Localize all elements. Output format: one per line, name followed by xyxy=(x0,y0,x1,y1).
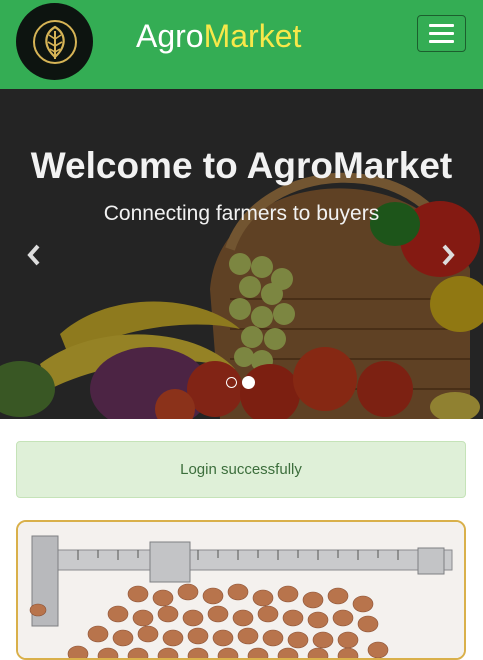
hamburger-icon xyxy=(429,24,454,27)
carousel-next-button[interactable] xyxy=(436,241,460,269)
brand-logo[interactable] xyxy=(16,3,93,80)
hamburger-icon-bar xyxy=(429,40,454,43)
success-alert: Login successfully xyxy=(16,441,466,498)
alert-message: Login successfully xyxy=(180,461,302,478)
brand-name-part2: Market xyxy=(203,18,302,54)
leaf-icon xyxy=(32,19,77,64)
hero-title: Welcome to AgroMarket xyxy=(30,145,453,186)
product-card[interactable] xyxy=(16,520,466,660)
chevron-right-icon xyxy=(442,244,455,266)
product-image xyxy=(18,522,464,658)
carousel-indicator-2[interactable] xyxy=(242,376,255,389)
hero-overlay xyxy=(0,89,483,419)
carousel-indicators xyxy=(226,376,255,389)
menu-toggle-button[interactable] xyxy=(417,15,466,52)
brand-name[interactable]: AgroMarket xyxy=(136,17,301,55)
carousel-prev-button[interactable] xyxy=(22,241,46,269)
hero-subtitle: Connecting farmers to buyers xyxy=(103,202,380,225)
hamburger-icon-bar xyxy=(429,32,454,35)
brand-name-part1: Agro xyxy=(136,18,204,54)
chevron-left-icon xyxy=(27,244,40,266)
carousel-indicator-1[interactable] xyxy=(226,377,237,388)
navbar: AgroMarket xyxy=(0,0,483,89)
hero-carousel[interactable]: Welcome to AgroMarket Connecting farmers… xyxy=(0,89,483,419)
